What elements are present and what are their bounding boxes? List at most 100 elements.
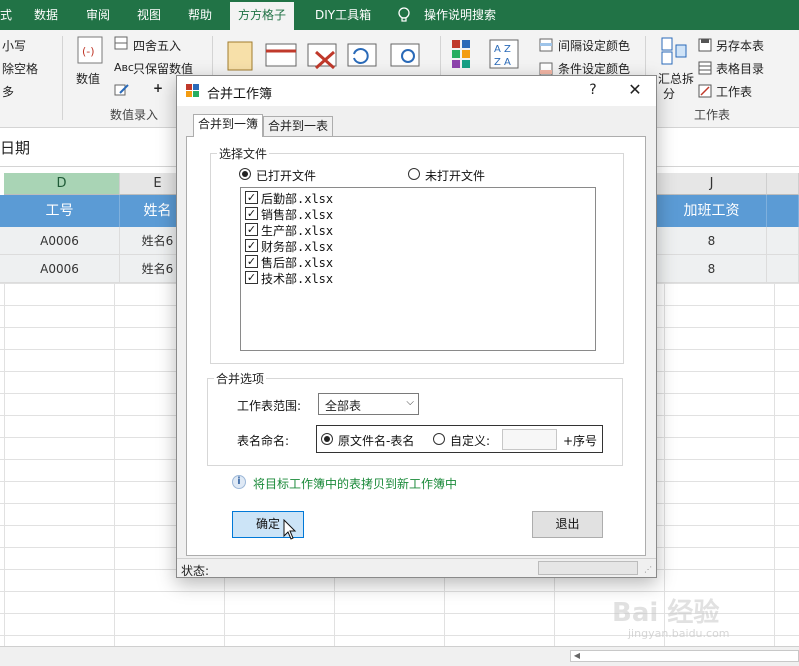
sheet-range-select[interactable]: 全部表 ⌵ bbox=[318, 393, 419, 415]
header-cell-extra[interactable] bbox=[767, 195, 799, 227]
insert-button[interactable]: + bbox=[153, 81, 163, 95]
file-checkbox[interactable]: ✓ bbox=[245, 191, 258, 204]
sheet-naming-label: 表名命名: bbox=[237, 434, 290, 448]
summary-split-label-2: 分 bbox=[663, 87, 676, 101]
ribbon-tab-bar: 式 数据 审阅 视图 帮助 方方格子 DIY工具箱 操作说明搜索 bbox=[0, 0, 799, 30]
radio-original-name[interactable] bbox=[321, 433, 333, 445]
tab-help[interactable]: 帮助 bbox=[188, 0, 212, 30]
tab-review[interactable]: 审阅 bbox=[86, 0, 110, 30]
info-icon: i bbox=[232, 475, 246, 489]
round-button[interactable]: 四舍五入 bbox=[133, 37, 181, 54]
sheet-range-value: 全部表 bbox=[325, 399, 362, 413]
table-directory-button[interactable]: 表格目录 bbox=[716, 60, 764, 77]
close-icon[interactable]: ✕ bbox=[624, 80, 646, 100]
tab-data[interactable]: 数据 bbox=[34, 0, 58, 30]
file-checkbox[interactable]: ✓ bbox=[245, 255, 258, 268]
ribbon-separator bbox=[62, 36, 63, 120]
radio-opened-files[interactable] bbox=[239, 168, 251, 180]
interval-color-icon bbox=[539, 38, 553, 52]
table-cell[interactable] bbox=[767, 227, 799, 255]
tab-formulas[interactable]: 式 bbox=[0, 0, 12, 30]
svg-text:Z A: Z A bbox=[494, 57, 511, 68]
round-icon bbox=[114, 36, 128, 50]
file-name: 技术部.xlsx bbox=[261, 272, 334, 286]
sort-icons: A Z Z A bbox=[452, 39, 519, 69]
formula-bar-text[interactable]: 日期 bbox=[0, 137, 30, 158]
tell-me-search[interactable]: 操作说明搜索 bbox=[424, 0, 496, 30]
lowercase-button[interactable]: 小写 bbox=[2, 37, 26, 54]
radio-custom-name-label[interactable]: 自定义: bbox=[450, 432, 490, 449]
tab-merge-to-sheet[interactable]: 合并到一表 bbox=[263, 116, 334, 136]
radio-unopened-files[interactable] bbox=[408, 168, 420, 180]
watermark-url: jingyan.baidu.com bbox=[628, 627, 730, 640]
file-checkbox[interactable]: ✓ bbox=[245, 207, 258, 220]
table-cell[interactable]: A0006 bbox=[0, 255, 120, 283]
numeric-button[interactable]: 数值 bbox=[76, 70, 100, 87]
table-cell[interactable] bbox=[767, 255, 799, 283]
table-cell[interactable]: A0006 bbox=[0, 227, 120, 255]
resize-grip-icon[interactable]: ⋰ bbox=[644, 565, 652, 574]
ribbon-toolbar-icons bbox=[227, 41, 420, 71]
column-header-k[interactable] bbox=[767, 173, 799, 195]
file-name: 后勤部.xlsx bbox=[261, 192, 334, 206]
table-cell[interactable]: 8 bbox=[657, 227, 767, 255]
file-name: 财务部.xlsx bbox=[261, 240, 334, 254]
dialog-title: 合并工作簿 bbox=[207, 87, 273, 102]
info-text: 将目标工作簿中的表拷贝到新工作簿中 bbox=[253, 477, 458, 491]
chevron-down-icon[interactable]: ⌵ bbox=[406, 397, 414, 408]
radio-original-name-label[interactable]: 原文件名-表名 bbox=[338, 432, 414, 449]
numeric-icon: (-) bbox=[77, 36, 103, 64]
progress-bar bbox=[538, 561, 638, 575]
abc-icon: Aʙᴄ bbox=[114, 61, 134, 74]
file-checkbox[interactable]: ✓ bbox=[245, 223, 258, 236]
tab-diy-toolbox[interactable]: DIY工具箱 bbox=[315, 0, 371, 30]
svg-text:A Z: A Z bbox=[494, 44, 511, 55]
lightbulb-icon bbox=[398, 7, 410, 22]
custom-name-input[interactable] bbox=[502, 429, 557, 450]
status-label: 状态: bbox=[181, 564, 210, 578]
app-icon bbox=[186, 84, 199, 97]
help-button[interactable]: ? bbox=[583, 80, 603, 100]
interval-color-button[interactable]: 间隔设定颜色 bbox=[558, 37, 630, 54]
svg-text:(-): (-) bbox=[82, 45, 95, 58]
file-name: 售后部.xlsx bbox=[261, 256, 334, 270]
column-header-j[interactable]: J bbox=[657, 173, 767, 195]
merge-options-title: 合并选项 bbox=[214, 370, 267, 387]
watermark: Bai 经验 bbox=[612, 598, 720, 628]
header-cell-employee-id[interactable]: 工号 bbox=[0, 195, 120, 227]
tab-fangfanggezi[interactable]: 方方格子 bbox=[230, 2, 295, 30]
condition-color-icon bbox=[539, 62, 553, 76]
sequence-suffix-label: +序号 bbox=[563, 434, 598, 448]
radio-unopened-files-label[interactable]: 未打开文件 bbox=[425, 167, 485, 184]
radio-custom-name[interactable] bbox=[433, 433, 445, 445]
remove-spaces-button[interactable]: 除空格 bbox=[2, 60, 38, 77]
summary-split-icon bbox=[661, 37, 687, 65]
file-checkbox[interactable]: ✓ bbox=[245, 271, 258, 284]
group-label-worksheet: 工作表 bbox=[694, 108, 731, 122]
dialog-status-bar: 状态: ⋰ bbox=[177, 558, 656, 578]
radio-opened-files-label[interactable]: 已打开文件 bbox=[256, 167, 316, 184]
edit-icon[interactable] bbox=[114, 83, 130, 97]
sheet-range-label: 工作表范围: bbox=[237, 399, 302, 413]
horizontal-scrollbar[interactable]: ◀ bbox=[570, 650, 799, 662]
table-directory-icon bbox=[698, 61, 712, 75]
file-checkbox[interactable]: ✓ bbox=[245, 239, 258, 252]
more-button[interactable]: 多 bbox=[2, 83, 14, 100]
file-name: 生产部.xlsx bbox=[261, 224, 334, 238]
save-copy-icon bbox=[698, 38, 712, 52]
scroll-left-icon[interactable]: ◀ bbox=[571, 651, 583, 661]
exit-button[interactable]: 退出 bbox=[532, 511, 603, 538]
worksheet-dropdown[interactable]: 工作表 bbox=[716, 83, 752, 100]
file-name: 销售部.xlsx bbox=[261, 208, 334, 222]
file-list[interactable]: ✓ 后勤部.xlsx ✓ 销售部.xlsx ✓ 生产部.xlsx ✓ 财务部.x… bbox=[240, 187, 596, 351]
mouse-cursor-icon bbox=[283, 519, 297, 540]
dialog-title-bar[interactable]: 合并工作簿 ? ✕ bbox=[177, 76, 656, 106]
column-header-d[interactable]: D bbox=[4, 173, 120, 195]
tab-view[interactable]: 视图 bbox=[137, 0, 161, 30]
save-sheet-button[interactable]: 另存本表 bbox=[716, 37, 764, 54]
tab-merge-to-workbook[interactable]: 合并到一簿 bbox=[193, 114, 264, 137]
header-cell-overtime-pay[interactable]: 加班工资 bbox=[657, 195, 767, 227]
group-label-numeric-input: 数值录入 bbox=[110, 108, 159, 122]
worksheet-icon bbox=[698, 84, 712, 98]
table-cell[interactable]: 8 bbox=[657, 255, 767, 283]
